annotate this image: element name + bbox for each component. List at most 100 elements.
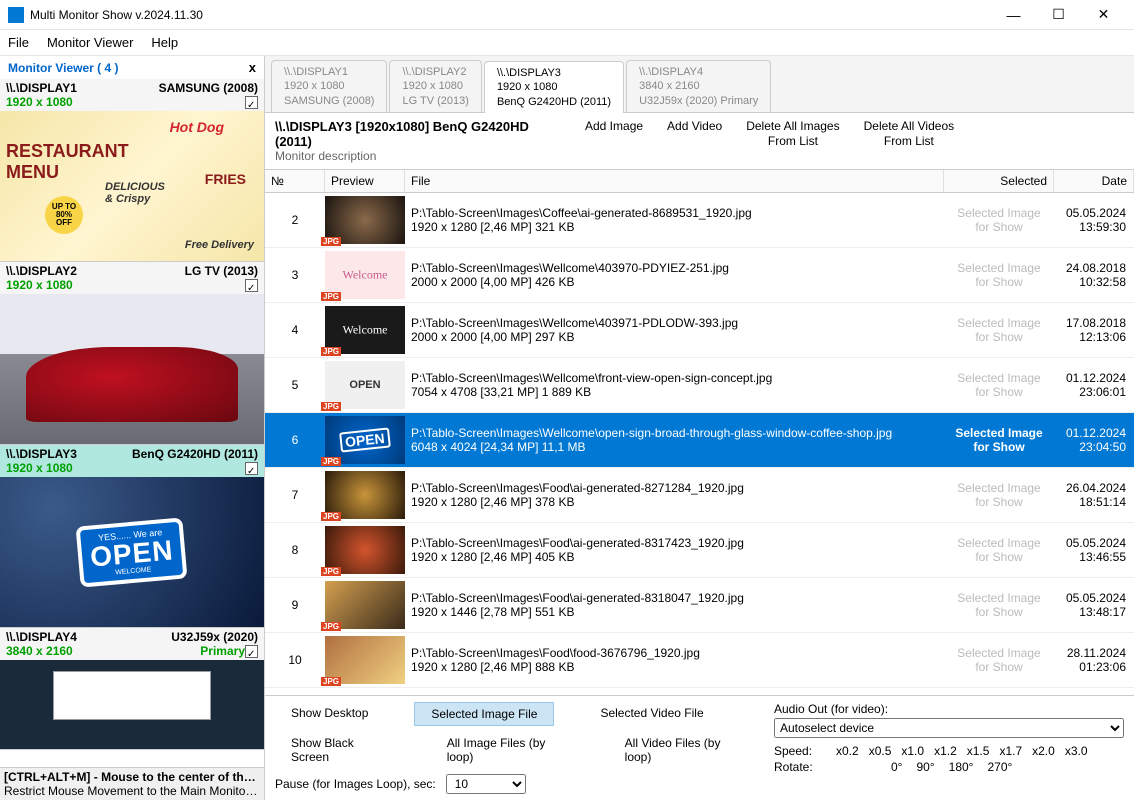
- mode-option[interactable]: Selected Image File: [414, 702, 554, 726]
- toolbar: \\.\DISPLAY3 [1920x1080] BenQ G2420HD (2…: [265, 113, 1134, 169]
- tabs: \\.\DISPLAY11920 x 1080SAMSUNG (2008) \\…: [265, 56, 1134, 113]
- menu-file[interactable]: File: [8, 35, 29, 50]
- row-selected: Selected Imagefor Show: [944, 371, 1054, 400]
- monitor-checkbox[interactable]: [245, 645, 258, 658]
- monitor-model: BenQ G2420HD (2011): [132, 447, 258, 461]
- menu-monitor-viewer[interactable]: Monitor Viewer: [47, 35, 133, 50]
- mode-option[interactable]: All Video Files (by loop): [609, 732, 754, 768]
- speed-option[interactable]: x3.0: [1065, 744, 1088, 758]
- table-row[interactable]: 7 JPG P:\Tablo-Screen\Images\Food\ai-gen…: [265, 468, 1134, 523]
- jpg-badge: JPG: [321, 237, 341, 246]
- monitor-thumbnail[interactable]: Hot DogRESTAURANTMENUFRIESDELICIOUS& Cri…: [0, 111, 264, 261]
- rotate-option[interactable]: 180°: [949, 760, 974, 774]
- table-header: № Preview File Selected Date: [265, 169, 1134, 193]
- rotate-options: 0° 90° 180° 270°: [891, 760, 1026, 774]
- table-body: 2 JPG P:\Tablo-Screen\Images\Coffee\ai-g…: [265, 193, 1134, 695]
- tab-display3[interactable]: \\.\DISPLAY31920 x 1080BenQ G2420HD (201…: [484, 61, 624, 113]
- sidebar-footer: [CTRL+ALT+M] - Mouse to the center of th…: [0, 767, 264, 800]
- jpg-badge: JPG: [321, 567, 341, 576]
- speed-option[interactable]: x0.2: [836, 744, 859, 758]
- col-file[interactable]: File: [405, 170, 944, 192]
- row-date: 01.12.202423:04:50: [1054, 426, 1134, 454]
- table-row[interactable]: 6 OPENJPG P:\Tablo-Screen\Images\Wellcom…: [265, 413, 1134, 468]
- table-row[interactable]: 5 JPG P:\Tablo-Screen\Images\Wellcome\fr…: [265, 358, 1134, 413]
- pause-label: Pause (for Images Loop), sec:: [275, 777, 436, 791]
- tab-display4[interactable]: \\.\DISPLAY43840 x 2160U32J59x (2020) Pr…: [626, 60, 771, 112]
- monitor-checkbox[interactable]: [245, 462, 258, 475]
- add-image-button[interactable]: Add Image: [585, 119, 643, 135]
- table-row[interactable]: 9 JPG P:\Tablo-Screen\Images\Food\ai-gen…: [265, 578, 1134, 633]
- row-preview: JPG: [325, 636, 405, 684]
- row-date: 24.08.201810:32:58: [1054, 261, 1134, 289]
- table-row[interactable]: 4 JPG P:\Tablo-Screen\Images\Wellcome\40…: [265, 303, 1134, 358]
- row-selected: Selected Imagefor Show: [944, 646, 1054, 675]
- col-preview[interactable]: Preview: [325, 170, 405, 192]
- jpg-badge: JPG: [321, 622, 341, 631]
- table-row[interactable]: 3 JPG P:\Tablo-Screen\Images\Wellcome\40…: [265, 248, 1134, 303]
- speed-option[interactable]: x1.5: [967, 744, 990, 758]
- titlebar: Multi Monitor Show v.2024.11.30 — ☐ ✕: [0, 0, 1134, 30]
- mode-option[interactable]: Selected Video File: [584, 702, 719, 726]
- table-row[interactable]: 8 JPG P:\Tablo-Screen\Images\Food\ai-gen…: [265, 523, 1134, 578]
- row-date: 05.05.202413:48:17: [1054, 591, 1134, 619]
- row-date: 28.11.202401:23:06: [1054, 646, 1134, 674]
- col-selected[interactable]: Selected: [944, 170, 1054, 192]
- row-num: 9: [265, 598, 325, 612]
- rotate-option[interactable]: 90°: [916, 760, 934, 774]
- col-date[interactable]: Date: [1054, 170, 1134, 192]
- speed-option[interactable]: x1.0: [901, 744, 924, 758]
- delete-all-images-button[interactable]: Delete All Images From List: [746, 119, 839, 150]
- speed-option[interactable]: x2.0: [1032, 744, 1055, 758]
- monitor-thumbnail[interactable]: YES...... We areOPENWELCOME: [0, 477, 264, 627]
- tab-display2[interactable]: \\.\DISPLAY21920 x 1080LG TV (2013): [389, 60, 481, 112]
- mode-option[interactable]: All Image Files (by loop): [431, 732, 579, 768]
- table-row[interactable]: 10 JPG P:\Tablo-Screen\Images\Food\food-…: [265, 633, 1134, 688]
- table-row[interactable]: 2 JPG P:\Tablo-Screen\Images\Coffee\ai-g…: [265, 193, 1134, 248]
- row-date: 05.05.202413:59:30: [1054, 206, 1134, 234]
- rotate-option[interactable]: 0°: [891, 760, 902, 774]
- maximize-button[interactable]: ☐: [1036, 0, 1081, 30]
- sidebar-close-button[interactable]: x: [249, 60, 256, 75]
- mode-option[interactable]: Show Desktop: [275, 702, 384, 726]
- monitor-primary: Primary: [200, 644, 245, 658]
- row-file: P:\Tablo-Screen\Images\Food\ai-generated…: [405, 481, 944, 509]
- monitor-block[interactable]: \\.\DISPLAY4U32J59x (2020) 3840 x 2160Pr…: [0, 628, 264, 750]
- row-num: 8: [265, 543, 325, 557]
- monitor-resolution: 3840 x 2160: [6, 644, 194, 658]
- speed-option[interactable]: x1.2: [934, 744, 957, 758]
- row-preview: JPG: [325, 581, 405, 629]
- monitor-thumbnail[interactable]: [0, 294, 264, 444]
- row-date: 26.04.202418:51:14: [1054, 481, 1134, 509]
- speed-option[interactable]: x1.7: [999, 744, 1022, 758]
- audio-label: Audio Out (for video):: [774, 702, 1124, 716]
- monitor-checkbox[interactable]: [245, 279, 258, 292]
- display-description: Monitor description: [275, 149, 565, 163]
- minimize-button[interactable]: —: [991, 0, 1036, 30]
- row-file: P:\Tablo-Screen\Images\Food\ai-generated…: [405, 536, 944, 564]
- row-selected: Selected Imagefor Show: [944, 536, 1054, 565]
- delete-all-videos-button[interactable]: Delete All Videos From List: [864, 119, 955, 150]
- row-preview: JPG: [325, 526, 405, 574]
- speed-option[interactable]: x0.5: [869, 744, 892, 758]
- add-video-button[interactable]: Add Video: [667, 119, 722, 135]
- monitor-checkbox[interactable]: [245, 96, 258, 109]
- monitor-block[interactable]: \\.\DISPLAY2LG TV (2013) 1920 x 1080: [0, 262, 264, 445]
- row-num: 4: [265, 323, 325, 337]
- rotate-option[interactable]: 270°: [987, 760, 1012, 774]
- sidebar: Monitor Viewer ( 4 ) x \\.\DISPLAY1SAMSU…: [0, 56, 265, 800]
- tab-display1[interactable]: \\.\DISPLAY11920 x 1080SAMSUNG (2008): [271, 60, 387, 112]
- row-selected: Selected Imagefor Show: [944, 261, 1054, 290]
- col-num[interactable]: №: [265, 170, 325, 192]
- monitor-block[interactable]: \\.\DISPLAY1SAMSUNG (2008) 1920 x 1080 H…: [0, 79, 264, 262]
- menu-help[interactable]: Help: [151, 35, 178, 50]
- row-file: P:\Tablo-Screen\Images\Coffee\ai-generat…: [405, 206, 944, 234]
- pause-select[interactable]: 10: [446, 774, 526, 794]
- jpg-badge: JPG: [321, 347, 341, 356]
- close-button[interactable]: ✕: [1081, 0, 1126, 30]
- display-title: \\.\DISPLAY3 [1920x1080] BenQ G2420HD (2…: [275, 119, 565, 149]
- monitor-block[interactable]: \\.\DISPLAY3BenQ G2420HD (2011) 1920 x 1…: [0, 445, 264, 628]
- audio-select[interactable]: Autoselect device: [774, 718, 1124, 738]
- jpg-badge: JPG: [321, 677, 341, 686]
- monitor-thumbnail[interactable]: [0, 660, 264, 749]
- mode-option[interactable]: Show Black Screen: [275, 732, 401, 768]
